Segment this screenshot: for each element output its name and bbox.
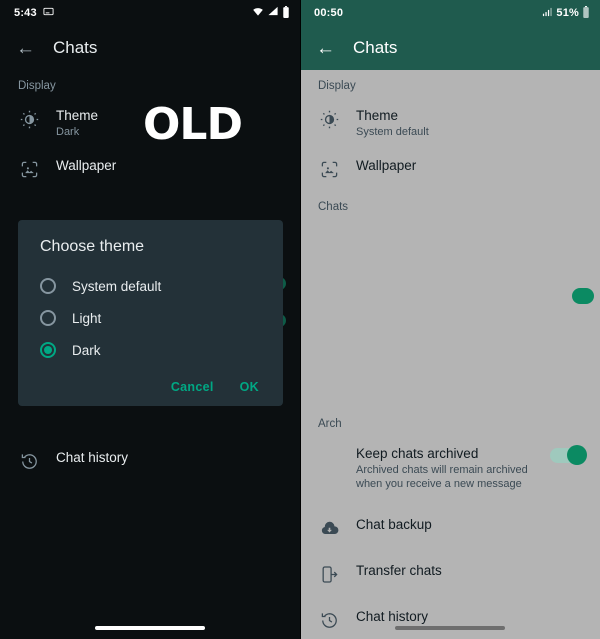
row-text-wallpaper-old: Wallpaper xyxy=(56,157,284,174)
status-bar-new: 00:50 51% xyxy=(300,0,600,26)
row-title-theme-new: Theme xyxy=(356,108,399,123)
row-title-keep-archived: Keep chats archived xyxy=(356,446,479,461)
wallpaper-icon xyxy=(18,158,40,180)
edge-toggle-new xyxy=(572,288,594,304)
home-indicator-new xyxy=(395,626,505,630)
spacer-icon xyxy=(318,446,340,468)
page-title-old: Chats xyxy=(53,38,98,57)
row-chat-backup[interactable]: Chat backup xyxy=(300,500,600,548)
back-button-old[interactable]: ← xyxy=(16,39,35,58)
back-button-new[interactable]: ← xyxy=(316,39,335,58)
option-system-default-old[interactable]: System default xyxy=(18,270,283,302)
row-title-chat-history-old: Chat history xyxy=(56,450,129,465)
option-dark-old[interactable]: Dark xyxy=(18,334,283,366)
signal-icon xyxy=(267,6,279,20)
app-bar-new: ← Chats xyxy=(300,26,600,70)
transfer-icon xyxy=(318,563,340,585)
comparison-stage: 5:43 ← Chats Display Theme Dark Wallpape… xyxy=(0,0,600,639)
status-right-old xyxy=(252,5,290,21)
old-label-badge: OLD xyxy=(143,99,243,150)
section-label-archive-new: Arch xyxy=(318,418,342,430)
battery-icon xyxy=(582,5,590,21)
row-chat-history-old[interactable]: Chat history xyxy=(0,440,300,481)
old-screen-panel: 5:43 ← Chats Display Theme Dark Wallpape… xyxy=(0,0,300,639)
row-text-transfer-chats: Transfer chats xyxy=(356,562,584,579)
row-title-chat-history-new: Chat history xyxy=(356,609,429,624)
section-label-display-old: Display xyxy=(18,80,56,92)
choose-theme-dialog-old: Choose theme System default Light Dark C… xyxy=(18,220,283,406)
wifi-icon xyxy=(252,6,264,20)
row-theme-new[interactable]: Theme System default xyxy=(300,98,600,148)
history-icon xyxy=(18,450,40,472)
settings-list-bottom-new: Arch Keep chats archived Archived chats … xyxy=(300,418,600,639)
section-label-display-new: Display xyxy=(318,80,356,92)
row-wallpaper-old[interactable]: Wallpaper xyxy=(0,148,300,189)
settings-list-new: Display Theme System default Wallpaper C… xyxy=(300,70,600,219)
battery-icon xyxy=(282,5,290,21)
row-wallpaper-new[interactable]: Wallpaper xyxy=(300,148,600,189)
row-text-chat-backup: Chat backup xyxy=(356,516,584,533)
row-text-wallpaper-new: Wallpaper xyxy=(356,157,584,174)
new-screen-panel: 00:50 51% ← Chats Display Theme System d… xyxy=(300,0,600,639)
section-label-chats-new: Chats xyxy=(318,201,349,213)
row-sub-theme-new: System default xyxy=(356,126,429,138)
screenshot-icon xyxy=(43,6,54,20)
app-bar-old: ← Chats xyxy=(0,26,300,70)
option-label-system-default-old: System default xyxy=(72,278,162,294)
row-text-keep-archived: Keep chats archived Archived chats will … xyxy=(356,445,534,491)
cloud-icon xyxy=(318,517,340,539)
ok-button-old[interactable]: OK xyxy=(240,380,259,394)
row-title-transfer-chats: Transfer chats xyxy=(356,563,442,578)
home-indicator-old xyxy=(95,626,205,630)
radio-light-old[interactable] xyxy=(40,310,56,326)
history-icon xyxy=(318,609,340,631)
row-title-wallpaper-old: Wallpaper xyxy=(56,158,117,173)
row-title-wallpaper-new: Wallpaper xyxy=(356,158,417,173)
battery-percent: 51% xyxy=(556,7,579,19)
option-label-dark-old: Dark xyxy=(72,342,101,358)
radio-dark-old[interactable] xyxy=(40,342,56,358)
cancel-button-old[interactable]: Cancel xyxy=(171,380,214,394)
row-chat-history-new[interactable]: Chat history xyxy=(300,594,600,639)
option-label-light-old: Light xyxy=(72,310,102,326)
status-bar-old: 5:43 xyxy=(0,0,300,26)
row-sub-keep-archived: Archived chats will remain archived when… xyxy=(356,464,528,490)
keep-chats-archived-toggle[interactable] xyxy=(550,445,587,465)
radio-system-default-old[interactable] xyxy=(40,278,56,294)
status-right-new: 51% xyxy=(542,5,590,21)
wallpaper-icon xyxy=(318,158,340,180)
status-left-new: 00:50 xyxy=(314,7,343,19)
status-left-old: 5:43 xyxy=(14,6,54,20)
signal-icon xyxy=(542,7,553,20)
row-text-chat-history-old: Chat history xyxy=(56,449,284,466)
status-time: 5:43 xyxy=(14,7,37,19)
status-time: 00:50 xyxy=(314,7,344,19)
brightness-icon xyxy=(318,108,340,130)
row-transfer-chats[interactable]: Transfer chats xyxy=(300,548,600,594)
option-light-old[interactable]: Light xyxy=(18,302,283,334)
row-keep-chats-archived[interactable]: Keep chats archived Archived chats will … xyxy=(300,436,600,500)
dialog-actions-old: Cancel OK xyxy=(18,366,283,400)
row-text-theme-new: Theme System default xyxy=(356,107,584,139)
row-text-chat-history-new: Chat history xyxy=(356,608,584,625)
settings-list-bottom-old: Chat history xyxy=(0,440,300,481)
brightness-icon xyxy=(18,108,40,130)
panel-divider xyxy=(300,0,301,639)
page-title-new: Chats xyxy=(353,38,398,57)
dialog-title-old: Choose theme xyxy=(40,238,145,255)
row-title-chat-backup: Chat backup xyxy=(356,517,432,532)
